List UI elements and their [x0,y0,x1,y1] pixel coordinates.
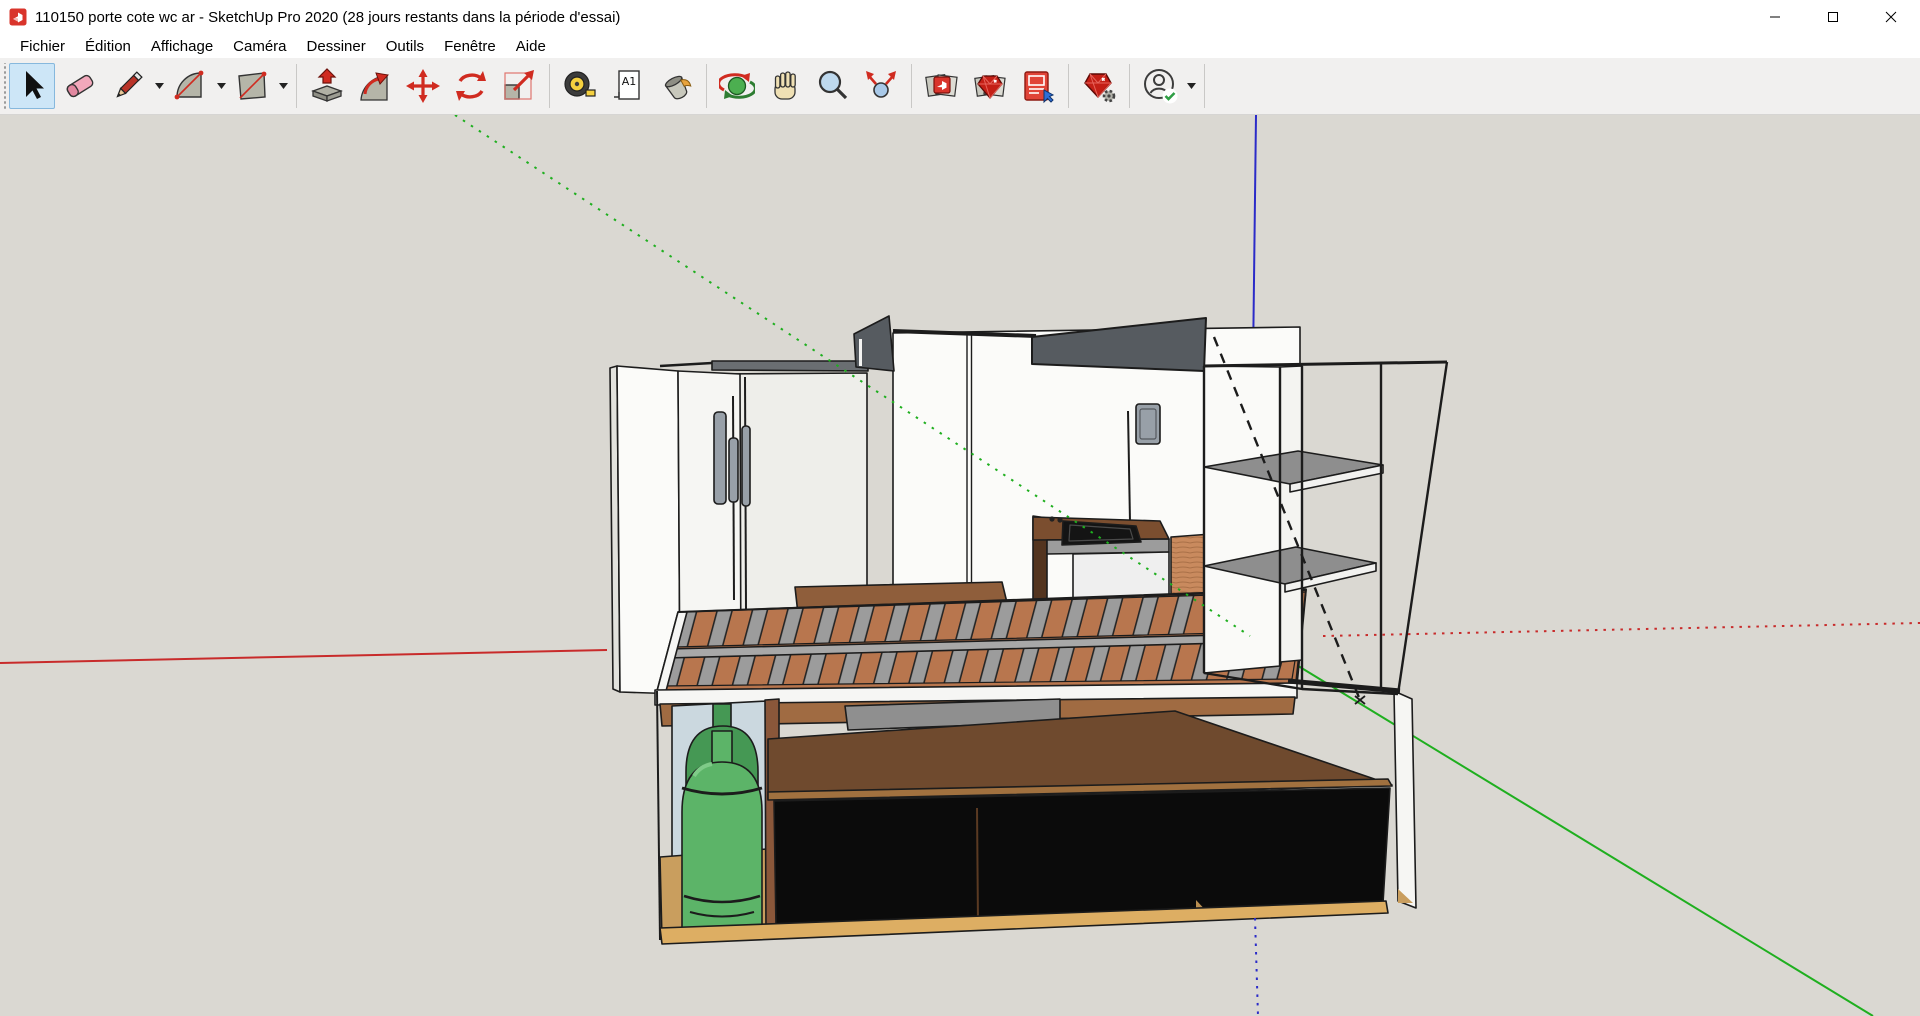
toolbar-separator [1204,64,1205,108]
chevron-down-icon [217,83,226,89]
move-icon [405,68,441,104]
tool-zoom-extents-button[interactable] [858,63,904,109]
chevron-down-icon [155,83,164,89]
gas-bottle[interactable] [682,704,762,933]
toolbar-separator [911,64,912,108]
zoom-extents-icon [863,68,899,104]
tape-measure-icon [562,68,598,104]
orbit-icon [719,68,755,104]
gas-locker[interactable] [657,691,779,940]
select-cursor-icon [14,68,50,104]
tool-extension-manager-button[interactable] [1076,63,1122,109]
tool-eraser-button[interactable] [57,63,103,109]
menu-bar: Fichier Édition Affichage Caméra Dessine… [0,34,1920,58]
tool-offset-button[interactable] [352,63,398,109]
toolbar-separator [706,64,707,108]
close-button[interactable] [1862,0,1920,34]
layout-document-icon [1020,68,1056,104]
toolbar-grip[interactable] [2,63,8,109]
toolbar-separator [296,64,297,108]
menu-fichier[interactable]: Fichier [10,36,75,57]
menu-edition[interactable]: Édition [75,36,141,57]
tool-send-to-layout-button[interactable] [1015,63,1061,109]
sketchup-logo-icon [9,8,27,26]
tool-text-button[interactable]: A1 [605,63,651,109]
toolbar-separator [549,64,550,108]
close-icon [1885,11,1897,23]
tool-line-button[interactable] [105,63,151,109]
tool-pushpull-button[interactable] [304,63,350,109]
tool-rotate-button[interactable] [448,63,494,109]
paint-bucket-icon [658,68,694,104]
toolbar-separator [1068,64,1069,108]
right-side-wall[interactable] [1394,691,1416,908]
tool-move-button[interactable] [400,63,446,109]
tool-extension-warehouse-button[interactable] [967,63,1013,109]
chevron-down-icon [279,83,288,89]
tool-line-dropdown[interactable] [152,63,166,109]
extension-warehouse-gem-icon [972,68,1008,104]
tool-tape-button[interactable] [557,63,603,109]
push-pull-icon [309,68,345,104]
menu-fenetre[interactable]: Fenêtre [434,36,506,57]
zoom-magnifier-icon [815,68,851,104]
arc-icon [172,68,208,104]
tool-shapes-button[interactable] [229,63,275,109]
account-sign-in-icon [1140,66,1180,106]
sign-in-dropdown[interactable] [1184,63,1198,109]
toolbar: A1 [0,58,1920,115]
menu-outils[interactable]: Outils [376,36,434,57]
maximize-button[interactable] [1804,0,1862,34]
sketchup-window: 110150 porte cote wc ar - SketchUp Pro 2… [0,0,1920,1016]
rotate-icon [453,68,489,104]
toolbar-separator [1129,64,1130,108]
maximize-icon [1827,11,1839,23]
tool-pan-button[interactable] [762,63,808,109]
extension-manager-gem-icon [1081,68,1117,104]
minimize-button[interactable] [1746,0,1804,34]
tool-arc-button[interactable] [167,63,213,109]
viewport-3d[interactable] [0,115,1920,1016]
title-bar: 110150 porte cote wc ar - SketchUp Pro 2… [0,0,1920,34]
tool-select-button[interactable] [9,63,55,109]
eraser-icon [62,68,98,104]
window-title: 110150 porte cote wc ar - SketchUp Pro 2… [35,9,620,26]
scale-icon [501,68,537,104]
menu-dessiner[interactable]: Dessiner [297,36,376,57]
minimize-icon [1769,11,1781,23]
tool-scale-button[interactable] [496,63,542,109]
pan-hand-icon [767,68,803,104]
model-scene [0,115,1920,1016]
tool-arc-dropdown[interactable] [214,63,228,109]
tool-paint-button[interactable] [653,63,699,109]
tool-3d-warehouse-button[interactable] [919,63,965,109]
sign-in-button[interactable] [1137,63,1183,109]
menu-camera[interactable]: Caméra [223,36,296,57]
tool-zoom-button[interactable] [810,63,856,109]
rectangle-shape-icon [234,68,270,104]
menu-affichage[interactable]: Affichage [141,36,223,57]
offset-icon [357,68,393,104]
tool-orbit-button[interactable] [714,63,760,109]
menu-aide[interactable]: Aide [506,36,556,57]
tool-shapes-dropdown[interactable] [276,63,290,109]
svg-text:A1: A1 [622,75,637,88]
3d-warehouse-icon [924,68,960,104]
text-tool-icon: A1 [610,68,646,104]
pencil-icon [110,68,146,104]
chevron-down-icon [1187,83,1196,89]
